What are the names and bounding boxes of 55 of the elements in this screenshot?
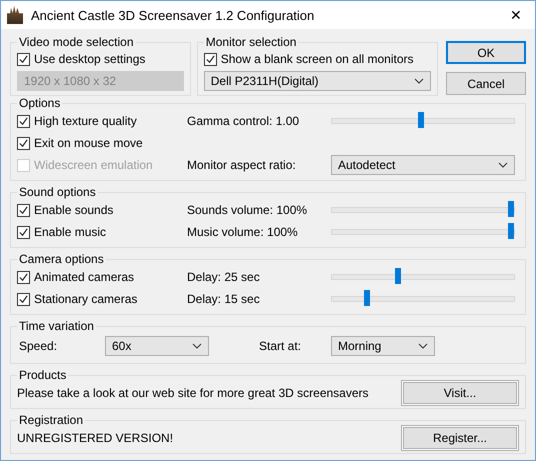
- info-text: Please take a look at our web site for more great 3D screensavers: [17, 386, 369, 400]
- slider-thumb[interactable]: [364, 290, 370, 306]
- dropdown[interactable]: Autodetect: [331, 155, 515, 175]
- checkbox-label: Exit on mouse move: [34, 136, 143, 150]
- group-title: Time variation: [18, 319, 95, 333]
- slider-thumb[interactable]: [508, 223, 514, 239]
- ok-button[interactable]: OK: [446, 41, 526, 64]
- slider-thumb[interactable]: [508, 201, 514, 217]
- group-title: Camera options: [18, 252, 105, 266]
- dropdown[interactable]: 60x: [105, 336, 209, 356]
- info-text: UNREGISTERED VERSION!: [17, 431, 174, 445]
- setting-label: Sounds volume: 100%: [187, 203, 308, 217]
- window-title: Ancient Castle 3D Screensaver 1.2 Configuration: [31, 8, 316, 22]
- setting-label: Speed:: [18, 339, 58, 353]
- chevron-down-icon: [414, 78, 424, 84]
- checkbox-label: Animated cameras: [34, 270, 134, 284]
- checkbox[interactable]: [17, 270, 30, 284]
- close-button[interactable]: ✕: [501, 7, 531, 23]
- checkbox-label: Enable music: [34, 225, 106, 239]
- checkbox[interactable]: [17, 292, 30, 306]
- group-title: Sound options: [18, 185, 97, 199]
- chevron-down-icon: [192, 343, 202, 349]
- group-title: Video mode selection: [18, 35, 135, 49]
- checkbox-label: Stationary cameras: [34, 292, 138, 306]
- checkbox-label: High texture quality: [34, 114, 137, 128]
- dropdown[interactable]: Dell P2311H(Digital): [204, 71, 431, 91]
- group-title: Registration: [18, 413, 84, 427]
- checkbox[interactable]: [17, 114, 30, 128]
- setting-label: Monitor aspect ratio:: [187, 158, 297, 172]
- checkbox-label: Enable sounds: [34, 203, 114, 217]
- chevron-down-icon: [498, 162, 508, 168]
- checkbox[interactable]: [17, 226, 30, 238]
- setting-label: Start at:: [258, 339, 302, 353]
- setting-label: Gamma control: 1.00: [187, 114, 300, 128]
- checkbox[interactable]: [204, 52, 217, 66]
- checkbox-label: Use desktop settings: [34, 52, 146, 66]
- group-title: Monitor selection: [204, 35, 298, 49]
- cancel-button[interactable]: Cancel: [446, 72, 526, 95]
- visit-button[interactable]: Visit...: [403, 382, 517, 404]
- checkbox[interactable]: [17, 136, 30, 150]
- castle-icon: [7, 6, 23, 24]
- group-title: Products: [18, 368, 68, 382]
- group-title: Options: [18, 96, 62, 110]
- checkbox[interactable]: [17, 204, 30, 216]
- checkbox-label: Widescreen emulation: [34, 158, 153, 172]
- register-button[interactable]: Register...: [403, 427, 517, 449]
- setting-label: Delay: 25 sec: [187, 270, 261, 284]
- slider-thumb[interactable]: [395, 268, 402, 284]
- checkbox[interactable]: [17, 52, 30, 66]
- checkbox-label: Show a blank screen on all monitors: [220, 52, 414, 66]
- slider-thumb[interactable]: [418, 112, 424, 128]
- setting-label: Music volume: 100%: [187, 225, 299, 239]
- dropdown[interactable]: Morning: [331, 336, 435, 356]
- setting-label: Delay: 15 sec: [187, 292, 261, 306]
- chevron-down-icon: [418, 343, 428, 349]
